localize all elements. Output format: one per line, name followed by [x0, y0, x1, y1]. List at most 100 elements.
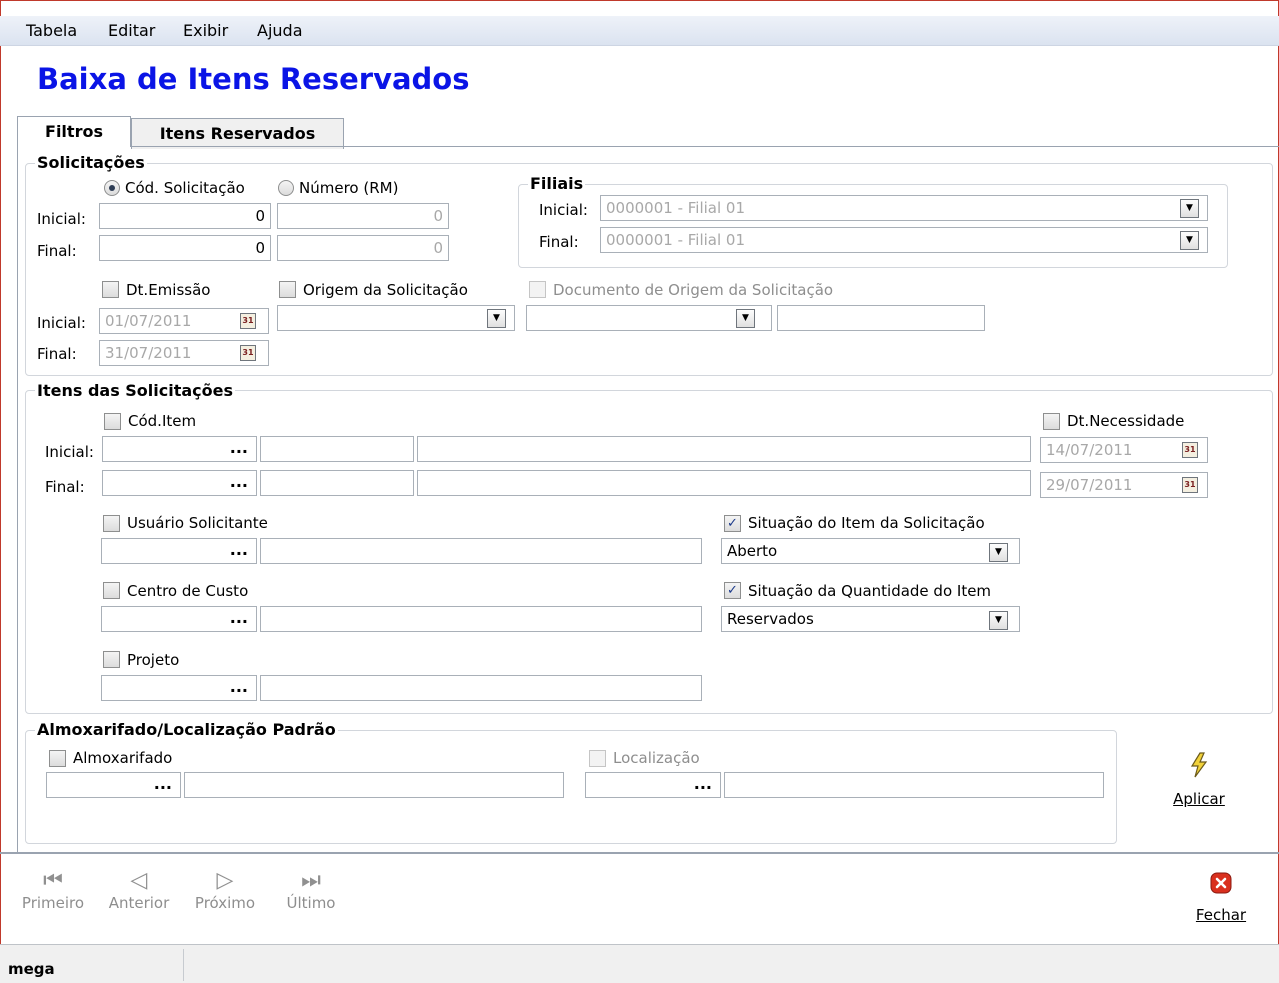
radio-numero-rm[interactable]: [278, 180, 294, 196]
next-icon: ▷: [216, 868, 234, 893]
dt-final-label: Final:: [37, 345, 77, 363]
situacao-item-select[interactable]: Aberto: [721, 538, 1020, 564]
ellipsis-button[interactable]: ...: [230, 677, 248, 696]
projeto-name-input[interactable]: [260, 675, 702, 701]
situacao-quantidade-label: Situação da Quantidade do Item: [748, 582, 992, 600]
almoxarifado-code-input[interactable]: ...: [46, 772, 181, 798]
item-final-code-input[interactable]: ...: [102, 470, 257, 496]
usuario-solicitante-checkbox[interactable]: [103, 515, 120, 532]
dt-emissao-checkbox[interactable]: [102, 281, 119, 298]
primeiro-button[interactable]: ⏮ Primeiro: [17, 868, 89, 912]
ellipsis-button[interactable]: ...: [230, 540, 248, 559]
chevron-down-icon[interactable]: ▼: [989, 543, 1008, 562]
dt-inicial-label: Inicial:: [37, 314, 86, 332]
origem-solicitacao-select[interactable]: [277, 305, 515, 331]
situacao-item-checkbox[interactable]: ✓: [724, 515, 741, 532]
localizacao-label: Localização: [613, 749, 700, 767]
tab-filtros[interactable]: Filtros: [17, 116, 131, 147]
cod-solicitacao-final-input[interactable]: 0: [99, 235, 271, 261]
anterior-button[interactable]: ◁ Anterior: [103, 868, 175, 912]
usuario-code-input[interactable]: ...: [101, 538, 257, 564]
lightning-icon: [1190, 752, 1208, 778]
ultimo-button[interactable]: ⏭ Último: [275, 868, 347, 912]
ellipsis-button[interactable]: ...: [230, 438, 248, 457]
localizacao-code-input[interactable]: ...: [585, 772, 721, 798]
ellipsis-button[interactable]: ...: [154, 774, 172, 793]
tab-itens-reservados[interactable]: Itens Reservados: [131, 118, 344, 149]
status-bar: mega: [0, 944, 1279, 983]
usuario-name-input[interactable]: [260, 538, 702, 564]
radio-cod-solicitacao[interactable]: [104, 180, 120, 196]
menu-tabela[interactable]: Tabela: [26, 21, 77, 40]
status-user: mega: [8, 960, 55, 978]
item-inicial-description[interactable]: [417, 436, 1031, 462]
item-inicial-code-input[interactable]: ...: [102, 436, 257, 462]
menu-ajuda[interactable]: Ajuda: [257, 21, 303, 40]
status-divider: [183, 949, 184, 981]
fechar-button[interactable]: Fechar: [1188, 872, 1254, 924]
cod-solicitacao-inicial-input[interactable]: 0: [99, 203, 271, 229]
projeto-checkbox[interactable]: [103, 651, 120, 668]
menu-exibir[interactable]: Exibir: [183, 21, 228, 40]
last-icon: ⏭: [301, 868, 321, 893]
origem-solicitacao-label: Origem da Solicitação: [303, 281, 468, 299]
calendar-icon[interactable]: 31: [240, 345, 256, 361]
aplicar-button[interactable]: Aplicar: [1166, 752, 1232, 808]
aplicar-label: Aplicar: [1173, 790, 1225, 808]
item-inicial-label: Inicial:: [45, 443, 94, 461]
proximo-button[interactable]: ▷ Próximo: [189, 868, 261, 912]
chevron-down-icon[interactable]: ▼: [1180, 199, 1199, 218]
fechar-label: Fechar: [1195, 906, 1247, 924]
almoxarifado-name-input[interactable]: [184, 772, 564, 798]
localizacao-checkbox[interactable]: [589, 750, 606, 767]
ellipsis-button[interactable]: ...: [694, 774, 712, 793]
localizacao-name-input[interactable]: [724, 772, 1104, 798]
numero-rm-inicial-input[interactable]: 0: [277, 203, 449, 229]
previous-icon: ◁: [130, 868, 148, 893]
itens-solicitacoes-legend: Itens das Solicitações: [35, 381, 236, 400]
projeto-code-input[interactable]: ...: [101, 675, 257, 701]
origem-solicitacao-checkbox[interactable]: [279, 281, 296, 298]
filial-final-select[interactable]: 0000001 - Filial 01: [600, 227, 1208, 253]
anterior-label: Anterior: [108, 894, 170, 912]
dt-necessidade-checkbox[interactable]: [1043, 413, 1060, 430]
calendar-icon[interactable]: 31: [240, 313, 256, 329]
situacao-quantidade-select[interactable]: Reservados: [721, 606, 1020, 632]
situacao-quantidade-checkbox[interactable]: ✓: [724, 582, 741, 599]
filial-inicial-select[interactable]: 0000001 - Filial 01: [600, 195, 1208, 221]
ellipsis-button[interactable]: ...: [230, 472, 248, 491]
documento-origem-input[interactable]: [777, 305, 985, 331]
documento-origem-label: Documento de Origem da Solicitação: [553, 281, 834, 299]
filial-final-value: 0000001 - Filial 01: [606, 231, 746, 249]
chevron-down-icon[interactable]: ▼: [989, 611, 1008, 630]
calendar-icon[interactable]: 31: [1182, 477, 1198, 493]
dt-necessidade-inicial-value: 14/07/2011: [1046, 441, 1133, 459]
item-final-description[interactable]: [417, 470, 1031, 496]
solicitacoes-legend: Solicitações: [35, 153, 147, 172]
ellipsis-button[interactable]: ...: [230, 608, 248, 627]
item-final-field2[interactable]: [260, 470, 414, 496]
almoxarifado-checkbox[interactable]: [49, 750, 66, 767]
projeto-label: Projeto: [127, 651, 180, 669]
item-inicial-field2[interactable]: [260, 436, 414, 462]
chevron-down-icon[interactable]: ▼: [487, 309, 506, 328]
filiais-legend: Filiais: [528, 174, 586, 193]
dt-necessidade-label: Dt.Necessidade: [1067, 412, 1185, 430]
chevron-down-icon[interactable]: ▼: [1180, 231, 1199, 250]
cod-item-checkbox[interactable]: [104, 413, 121, 430]
centro-custo-checkbox[interactable]: [103, 582, 120, 599]
cod-item-label: Cód.Item: [128, 412, 197, 430]
calendar-icon[interactable]: 31: [1182, 442, 1198, 458]
page-title: Baixa de Itens Reservados: [37, 62, 470, 96]
filiais-final-label: Final:: [539, 233, 579, 251]
numero-rm-final-input[interactable]: 0: [277, 235, 449, 261]
menu-editar[interactable]: Editar: [108, 21, 155, 40]
centro-custo-code-input[interactable]: ...: [101, 606, 257, 632]
ultimo-label: Último: [286, 894, 336, 912]
close-icon: [1210, 872, 1232, 894]
centro-custo-name-input[interactable]: [260, 606, 702, 632]
chevron-down-icon[interactable]: ▼: [736, 309, 755, 328]
item-final-label: Final:: [45, 478, 85, 496]
almoxarifado-legend: Almoxarifado/Localização Padrão: [35, 720, 338, 739]
documento-origem-checkbox[interactable]: [529, 281, 546, 298]
